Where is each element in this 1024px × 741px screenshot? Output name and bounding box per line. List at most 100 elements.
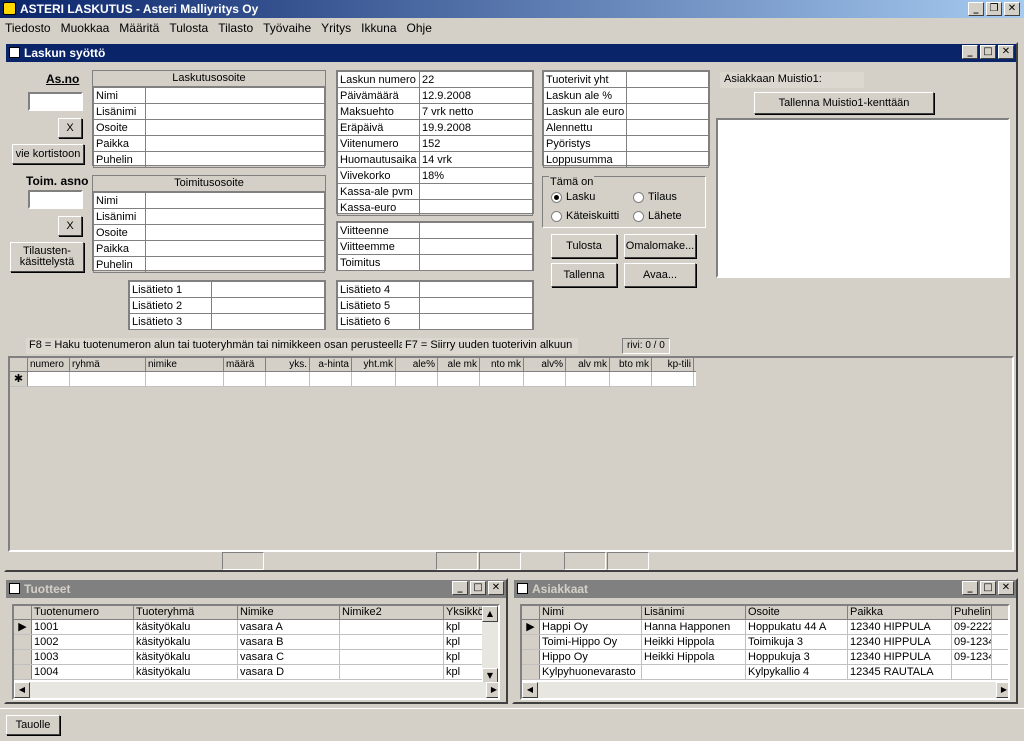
grid-cell[interactable]: Hanna Happonen [642, 620, 746, 634]
field-input[interactable] [419, 238, 533, 255]
grid-cell[interactable]: Hippo Oy [540, 650, 642, 664]
field-input[interactable] [419, 254, 533, 271]
column-header-4[interactable]: Yksikkö [444, 606, 484, 619]
grid-cell[interactable]: 1003 [32, 650, 134, 664]
grid-cell[interactable] [340, 620, 444, 634]
table-row[interactable]: Kylpyhuonevarasto Kylpykallio 4 12345 RAUT… [522, 665, 1008, 680]
column-header-12[interactable]: bto mk [610, 358, 652, 371]
minimize-icon[interactable]: _ [968, 2, 984, 16]
grid-cell[interactable] [340, 650, 444, 664]
column-header-0[interactable]: Tuotenumero [32, 606, 134, 619]
grid-cell[interactable] [310, 372, 352, 386]
field-input[interactable]: 7 vrk netto [419, 103, 533, 120]
column-header-0[interactable]: Nimi [540, 606, 642, 619]
field-input[interactable]: 19.9.2008 [419, 119, 533, 136]
grid-cell[interactable]: 1001 [32, 620, 134, 634]
maximize-icon[interactable]: □ [470, 581, 486, 595]
save-memo-button[interactable]: Tallenna Muistio1-kenttään [754, 92, 934, 114]
grid-cell[interactable]: Kylpykallio 4 [746, 665, 848, 679]
field-input[interactable] [145, 224, 325, 241]
column-header-10[interactable]: alv% [524, 358, 566, 371]
grid-cell[interactable]: Happi Oy [540, 620, 642, 634]
field-input[interactable] [626, 151, 709, 168]
radio-kateiskuitti[interactable]: Käteiskuitti [551, 210, 619, 222]
column-header-1[interactable]: Tuoteryhmä [134, 606, 238, 619]
field-input[interactable] [145, 87, 325, 104]
grid-cell[interactable]: kpl [444, 635, 484, 649]
grid-cell[interactable]: 09-1234 [952, 650, 992, 664]
close-icon[interactable]: ✕ [1004, 2, 1020, 16]
column-header-5[interactable]: a-hinta [310, 358, 352, 371]
restore-icon[interactable]: ❐ [986, 2, 1002, 16]
grid-cell[interactable] [952, 665, 992, 679]
field-input[interactable] [419, 183, 533, 200]
minimize-icon[interactable]: _ [962, 45, 978, 59]
minimize-icon[interactable]: _ [962, 581, 978, 595]
field-input[interactable] [145, 240, 325, 257]
field-input[interactable]: 152 [419, 135, 533, 152]
grid-cell[interactable]: vasara C [238, 650, 340, 664]
grid-cell[interactable]: 12340 HIPPULA [848, 635, 952, 649]
row-selector[interactable] [14, 650, 32, 664]
column-header-0[interactable]: numero [28, 358, 70, 371]
grid-cell[interactable] [610, 372, 652, 386]
grid-cell[interactable] [340, 635, 444, 649]
field-input[interactable] [211, 297, 325, 314]
grid-cell[interactable]: kpl [444, 665, 484, 679]
clear-as-no-button[interactable]: X [58, 118, 82, 138]
grid-cell[interactable] [524, 372, 566, 386]
field-input[interactable] [626, 103, 709, 120]
radio-lahete[interactable]: Lähete [633, 210, 682, 222]
field-input[interactable] [626, 119, 709, 136]
menu-tilasto[interactable]: Tilasto [213, 21, 258, 35]
grid-cell[interactable]: vasara B [238, 635, 340, 649]
grid-cell[interactable]: 12340 HIPPULA [848, 650, 952, 664]
grid-cell[interactable]: Heikki Hippola [642, 650, 746, 664]
grid-cell[interactable]: kpl [444, 650, 484, 664]
scroll-right-icon[interactable]: ▶ [996, 682, 1008, 698]
grid-cell[interactable] [352, 372, 396, 386]
grid-cell[interactable]: vasara A [238, 620, 340, 634]
field-input[interactable] [211, 313, 325, 330]
close-icon[interactable]: ✕ [998, 45, 1014, 59]
grid-cell[interactable] [266, 372, 310, 386]
to-card-button[interactable]: vie kortistoon [12, 144, 84, 164]
grid-cell[interactable] [642, 665, 746, 679]
field-input[interactable] [419, 222, 533, 239]
field-input[interactable] [211, 281, 325, 298]
grid-cell[interactable] [28, 372, 70, 386]
clear-toim-asno-button[interactable]: X [58, 216, 82, 236]
field-input[interactable]: 22 [419, 71, 533, 88]
table-row[interactable]: Hippo Oy Heikki Hippola Hoppukuja 3 12340 H… [522, 650, 1008, 665]
products-grid[interactable]: Tuotenumero Tuoteryhmä Nimike Nimike2 Yksikk… [12, 604, 500, 700]
field-input[interactable]: 14 vrk [419, 151, 533, 168]
grid-cell[interactable] [652, 372, 694, 386]
column-header-1[interactable]: Lisänimi [642, 606, 746, 619]
grid-cell[interactable]: Heikki Hippola [642, 635, 746, 649]
custom-form-button[interactable]: Omalomake... [624, 234, 696, 258]
row-selector[interactable] [522, 635, 540, 649]
current-row-icon[interactable]: ▶ [14, 620, 32, 634]
field-input[interactable] [419, 281, 533, 298]
grid-cell[interactable]: 1002 [32, 635, 134, 649]
from-orders-button[interactable]: Tilausten- käsittelystä [10, 242, 84, 272]
open-button[interactable]: Avaa... [624, 263, 696, 287]
grid-cell[interactable] [396, 372, 438, 386]
customers-window-title-bar[interactable]: Asiakkaat _ □ ✕ [514, 580, 1016, 598]
grid-cell[interactable] [340, 665, 444, 679]
customers-hscroll[interactable]: ◀ ▶ [522, 682, 1008, 698]
grid-cell[interactable] [566, 372, 610, 386]
column-header-6[interactable]: yht.mk [352, 358, 396, 371]
grid-cell[interactable]: Hoppukatu 44 A [746, 620, 848, 634]
field-input[interactable]: 12.9.2008 [419, 87, 533, 104]
close-icon[interactable]: ✕ [488, 581, 504, 595]
grid-cell[interactable]: 1004 [32, 665, 134, 679]
column-header-3[interactable]: Paikka [848, 606, 952, 619]
minimize-icon[interactable]: _ [452, 581, 468, 595]
column-header-3[interactable]: määrä [224, 358, 266, 371]
grid-cell[interactable]: vasara D [238, 665, 340, 679]
save-button[interactable]: Tallenna [551, 263, 617, 287]
row-selector[interactable] [522, 650, 540, 664]
table-row[interactable]: ▶ 1001 käsityökalu vasara A kpl [14, 620, 498, 635]
field-input[interactable] [419, 313, 533, 330]
